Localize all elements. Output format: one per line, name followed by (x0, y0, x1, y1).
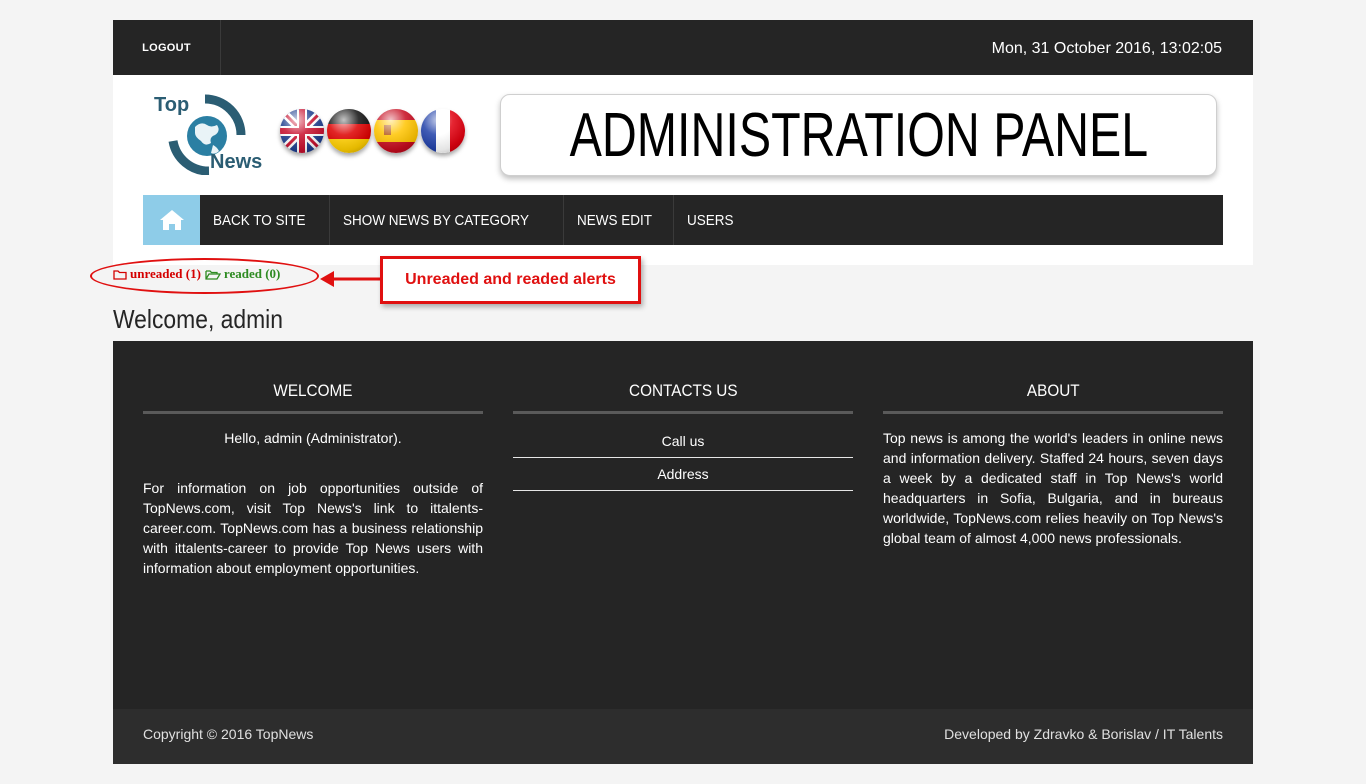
spain-flag-icon[interactable] (374, 109, 418, 153)
nav-home[interactable] (143, 195, 200, 245)
home-icon (159, 210, 184, 230)
top-bar: LOGOUT Mon, 31 October 2016, 13:02:05 (113, 20, 1253, 75)
footer-about-column: ABOUT Top news is among the world's lead… (883, 381, 1223, 548)
folder-open-icon (205, 269, 221, 280)
nav-label: BACK TO SITE (213, 211, 306, 229)
language-flags (280, 109, 470, 155)
logo-text-top: Top (154, 94, 190, 116)
call-us-link[interactable]: Call us (513, 425, 853, 458)
footer-welcome-title: WELCOME (143, 381, 483, 414)
welcome-heading: Welcome, admin (113, 304, 283, 334)
copyright-bar: Copyright © 2016 TopNews Developed by Zd… (113, 709, 1253, 764)
footer-contacts-title: CONTACTS US (513, 381, 853, 414)
footer-info-text: For information on job opportunities out… (143, 480, 483, 576)
footer-about-text: Top news is among the world's leaders in… (883, 430, 1223, 546)
copyright-text: Copyright © 2016 TopNews (143, 726, 314, 742)
page-container: LOGOUT Mon, 31 October 2016, 13:02:05 To… (113, 20, 1253, 265)
contacts-list: Call us Address (513, 425, 853, 491)
logo-text-news: News (210, 151, 263, 173)
alerts-annotation-callout: Unreaded and readed alerts (380, 256, 641, 304)
footer-hello-text: Hello, admin (Administrator). (224, 430, 402, 446)
logout-button[interactable]: LOGOUT (113, 20, 221, 75)
nav-label: NEWS EDIT (576, 211, 652, 229)
alerts-bar: unreaded (1) readed (0) (113, 266, 280, 282)
site-header: Top News ADMINISTRATION PANEL BACK TO SI… (113, 75, 1253, 265)
unread-alerts-label: unreaded (1) (130, 266, 201, 281)
folder-closed-icon (113, 269, 127, 280)
read-alerts-label: readed (0) (223, 266, 281, 281)
current-datetime: Mon, 31 October 2016, 13:02:05 (991, 40, 1222, 57)
nav-show-news-by-category[interactable]: SHOW NEWS BY CATEGORY (330, 195, 564, 245)
france-flag-icon[interactable] (421, 109, 465, 153)
germany-flag-icon[interactable] (327, 109, 371, 153)
nav-label: SHOW NEWS BY CATEGORY (342, 211, 529, 229)
nav-back-to-site[interactable]: BACK TO SITE (200, 195, 330, 245)
nav-label: USERS (686, 211, 734, 229)
read-alerts-link[interactable]: readed (0) (205, 266, 280, 282)
address-link[interactable]: Address (513, 458, 853, 491)
admin-panel-banner: ADMINISTRATION PANEL (500, 94, 1217, 176)
developed-by-text: Developed by Zdravko & Borislav / IT Tal… (944, 726, 1223, 742)
unread-alerts-link[interactable]: unreaded (1) (113, 266, 201, 282)
footer-welcome-column: WELCOME Hello, admin (Administrator). Fo… (143, 381, 483, 578)
site-logo[interactable]: Top News (153, 93, 271, 175)
nav-news-edit[interactable]: NEWS EDIT (564, 195, 674, 245)
nav-users[interactable]: USERS (674, 195, 752, 245)
footer-about-title: ABOUT (883, 381, 1223, 414)
uk-flag-icon[interactable] (280, 109, 324, 153)
banner-title: ADMINISTRATION PANEL (569, 100, 1148, 170)
main-nav: BACK TO SITE SHOW NEWS BY CATEGORY NEWS … (143, 195, 1223, 245)
footer-contacts-column: CONTACTS US Call us Address (513, 381, 853, 491)
site-footer: WELCOME Hello, admin (Administrator). Fo… (113, 341, 1253, 709)
annotation-arrow-icon (320, 271, 380, 287)
